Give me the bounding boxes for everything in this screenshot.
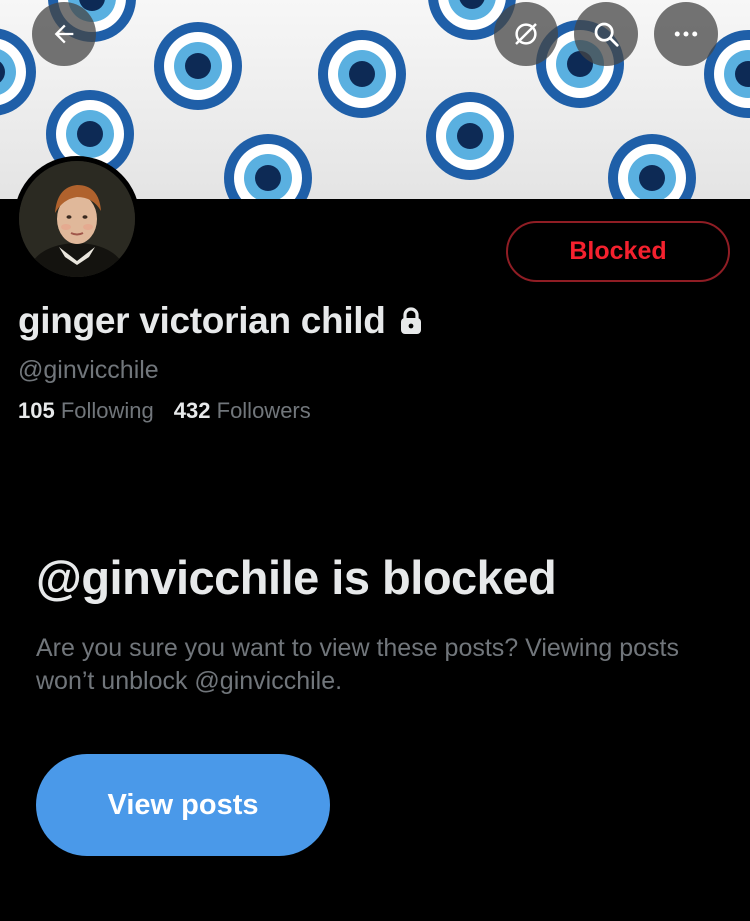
following-count: 105 [18, 398, 55, 423]
blocked-title: @ginvicchile is blocked [36, 551, 557, 604]
profile-display-name: ginger victorian child [18, 300, 424, 342]
avatar-image [19, 161, 135, 277]
blocked-button[interactable]: Blocked [506, 221, 730, 282]
arrow-left-icon [54, 24, 74, 44]
followers-label: Followers [216, 398, 311, 423]
following-label: Following [60, 398, 154, 423]
more-horizontal-icon [674, 31, 698, 37]
followers-count: 432 [173, 398, 211, 423]
lock-icon [400, 307, 421, 334]
back-button[interactable] [32, 2, 96, 66]
profile-stats: 105 Following 432 Followers [18, 398, 311, 424]
more-button[interactable] [654, 2, 718, 66]
display-name-text: ginger victorian child [18, 300, 386, 341]
view-posts-button[interactable]: View posts [36, 754, 330, 856]
avatar[interactable] [14, 156, 140, 282]
profile-handle: @ginvicchile [18, 356, 159, 384]
circle-slash-icon [515, 23, 537, 45]
blocked-description: Are you sure you want to view these post… [36, 634, 679, 695]
following-link[interactable]: 105 Following [18, 398, 154, 424]
search-icon [594, 22, 619, 47]
followers-link[interactable]: 432 Followers [174, 398, 311, 424]
sync-button[interactable] [494, 2, 558, 66]
search-button[interactable] [574, 2, 638, 66]
